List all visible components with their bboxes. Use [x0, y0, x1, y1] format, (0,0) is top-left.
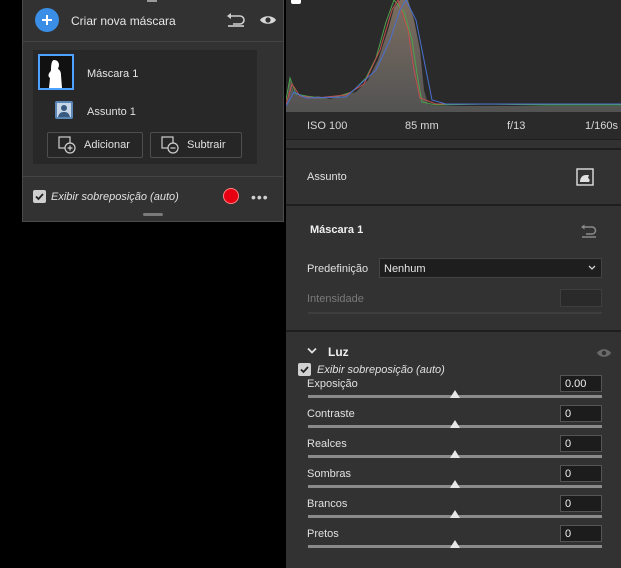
light-overlay-label: Exibir sobreposição (auto) [317, 364, 445, 376]
subtract-button[interactable]: Subtrair [150, 132, 242, 158]
intensity-field[interactable] [560, 289, 602, 307]
create-mask-label[interactable]: Criar nova máscara [71, 14, 176, 28]
light-overlay-checkbox[interactable] [298, 363, 311, 376]
overlay-row: Exibir sobreposição (auto) ••• [23, 176, 283, 212]
slider-row: Realces 0 [286, 435, 621, 468]
mask-component-name[interactable]: Assunto 1 [87, 106, 136, 118]
create-mask-button[interactable] [35, 8, 59, 32]
slider-value-field[interactable]: 0 [560, 435, 602, 452]
preset-value: Nenhum [384, 263, 426, 275]
slider-label: Realces [307, 438, 347, 450]
light-section: Luz Exibir sobreposição (auto) Exposição… [286, 334, 621, 568]
slider-label: Brancos [307, 498, 348, 510]
slider-thumb[interactable] [450, 510, 460, 518]
focal-length-value: 85 mm [405, 120, 439, 132]
slider-label: Pretos [307, 528, 339, 540]
slider-value-field[interactable]: 0 [560, 405, 602, 422]
preset-dropdown[interactable]: Nenhum [379, 258, 602, 278]
masks-panel-header: Criar nova máscara [23, 0, 283, 42]
mask-thumbnail[interactable] [38, 54, 74, 90]
aperture-value: f/13 [507, 120, 526, 132]
intensity-slider[interactable] [308, 312, 602, 314]
preset-label: Predefinição [307, 263, 369, 275]
chevron-down-icon[interactable] [307, 347, 317, 355]
add-button[interactable]: Adicionar [47, 132, 143, 158]
mask-silhouette-icon [48, 60, 62, 88]
divider [286, 330, 621, 332]
slider-value-field[interactable]: 0 [560, 465, 602, 482]
mask-settings-title: Máscara 1 [310, 224, 364, 236]
overlay-label: Exibir sobreposição (auto) [51, 191, 179, 203]
slider-label: Exposição [307, 378, 358, 390]
checkmark-icon [300, 366, 309, 374]
slider-row: Contraste 0 [286, 405, 621, 438]
subtract-icon [161, 136, 179, 154]
eye-icon[interactable] [259, 12, 277, 28]
masks-panel: Criar nova máscara Máscara 1 Assunto 1 A… [22, 0, 284, 222]
slider-thumb[interactable] [450, 480, 460, 488]
eye-icon[interactable] [596, 347, 612, 359]
mask-settings-section: Máscara 1 Predefinição Nenhum Intensidad… [286, 208, 621, 330]
add-icon [58, 136, 76, 154]
subtract-button-label: Subtrair [187, 139, 226, 151]
panel-resize-grip[interactable] [143, 213, 163, 216]
light-section-title[interactable]: Luz [328, 345, 349, 359]
shutter-value: 1/160s [585, 120, 619, 132]
reset-icon[interactable] [580, 224, 598, 238]
slider-row: Sombras 0 [286, 465, 621, 498]
intensity-label: Intensidade [307, 293, 364, 305]
histogram: ISO 100 85 mm f/13 1/160s [286, 0, 621, 140]
reset-icon[interactable] [226, 12, 246, 28]
divider [286, 204, 621, 206]
overlay-color-swatch[interactable] [223, 188, 239, 204]
chevron-down-icon [588, 265, 596, 270]
slider-thumb[interactable] [450, 390, 460, 398]
slider-label: Sombras [307, 468, 352, 480]
edit-panel: ISO 100 85 mm f/13 1/160s Assunto Máscar… [286, 0, 621, 568]
slider-row: Brancos 0 [286, 495, 621, 528]
divider [286, 148, 621, 150]
subject-label: Assunto [307, 171, 347, 183]
mask-name[interactable]: Máscara 1 [87, 68, 138, 80]
subject-row: Assunto [286, 152, 621, 204]
slider-row: Pretos 0 [286, 525, 621, 558]
slider-value-field[interactable]: 0 [560, 495, 602, 512]
slider-value-field[interactable]: 0 [560, 525, 602, 542]
subject-select-icon[interactable] [576, 168, 594, 186]
slider-value-field[interactable]: 0.00 [560, 375, 602, 392]
histogram-graph [286, 0, 621, 112]
slider-thumb[interactable] [450, 540, 460, 548]
checkmark-icon [35, 193, 44, 201]
add-button-label: Adicionar [84, 139, 130, 151]
mask-list: Máscara 1 Assunto 1 Adicionar Subtrair [33, 50, 257, 164]
plus-icon [42, 15, 52, 25]
slider-row: Exposição 0.00 [286, 375, 621, 408]
overlay-checkbox[interactable] [33, 190, 46, 203]
slider-thumb[interactable] [450, 450, 460, 458]
slider-thumb[interactable] [450, 420, 460, 428]
iso-value: ISO 100 [307, 120, 348, 132]
subject-icon[interactable] [54, 100, 74, 120]
slider-label: Contraste [307, 408, 355, 420]
more-options-icon[interactable]: ••• [251, 189, 269, 205]
